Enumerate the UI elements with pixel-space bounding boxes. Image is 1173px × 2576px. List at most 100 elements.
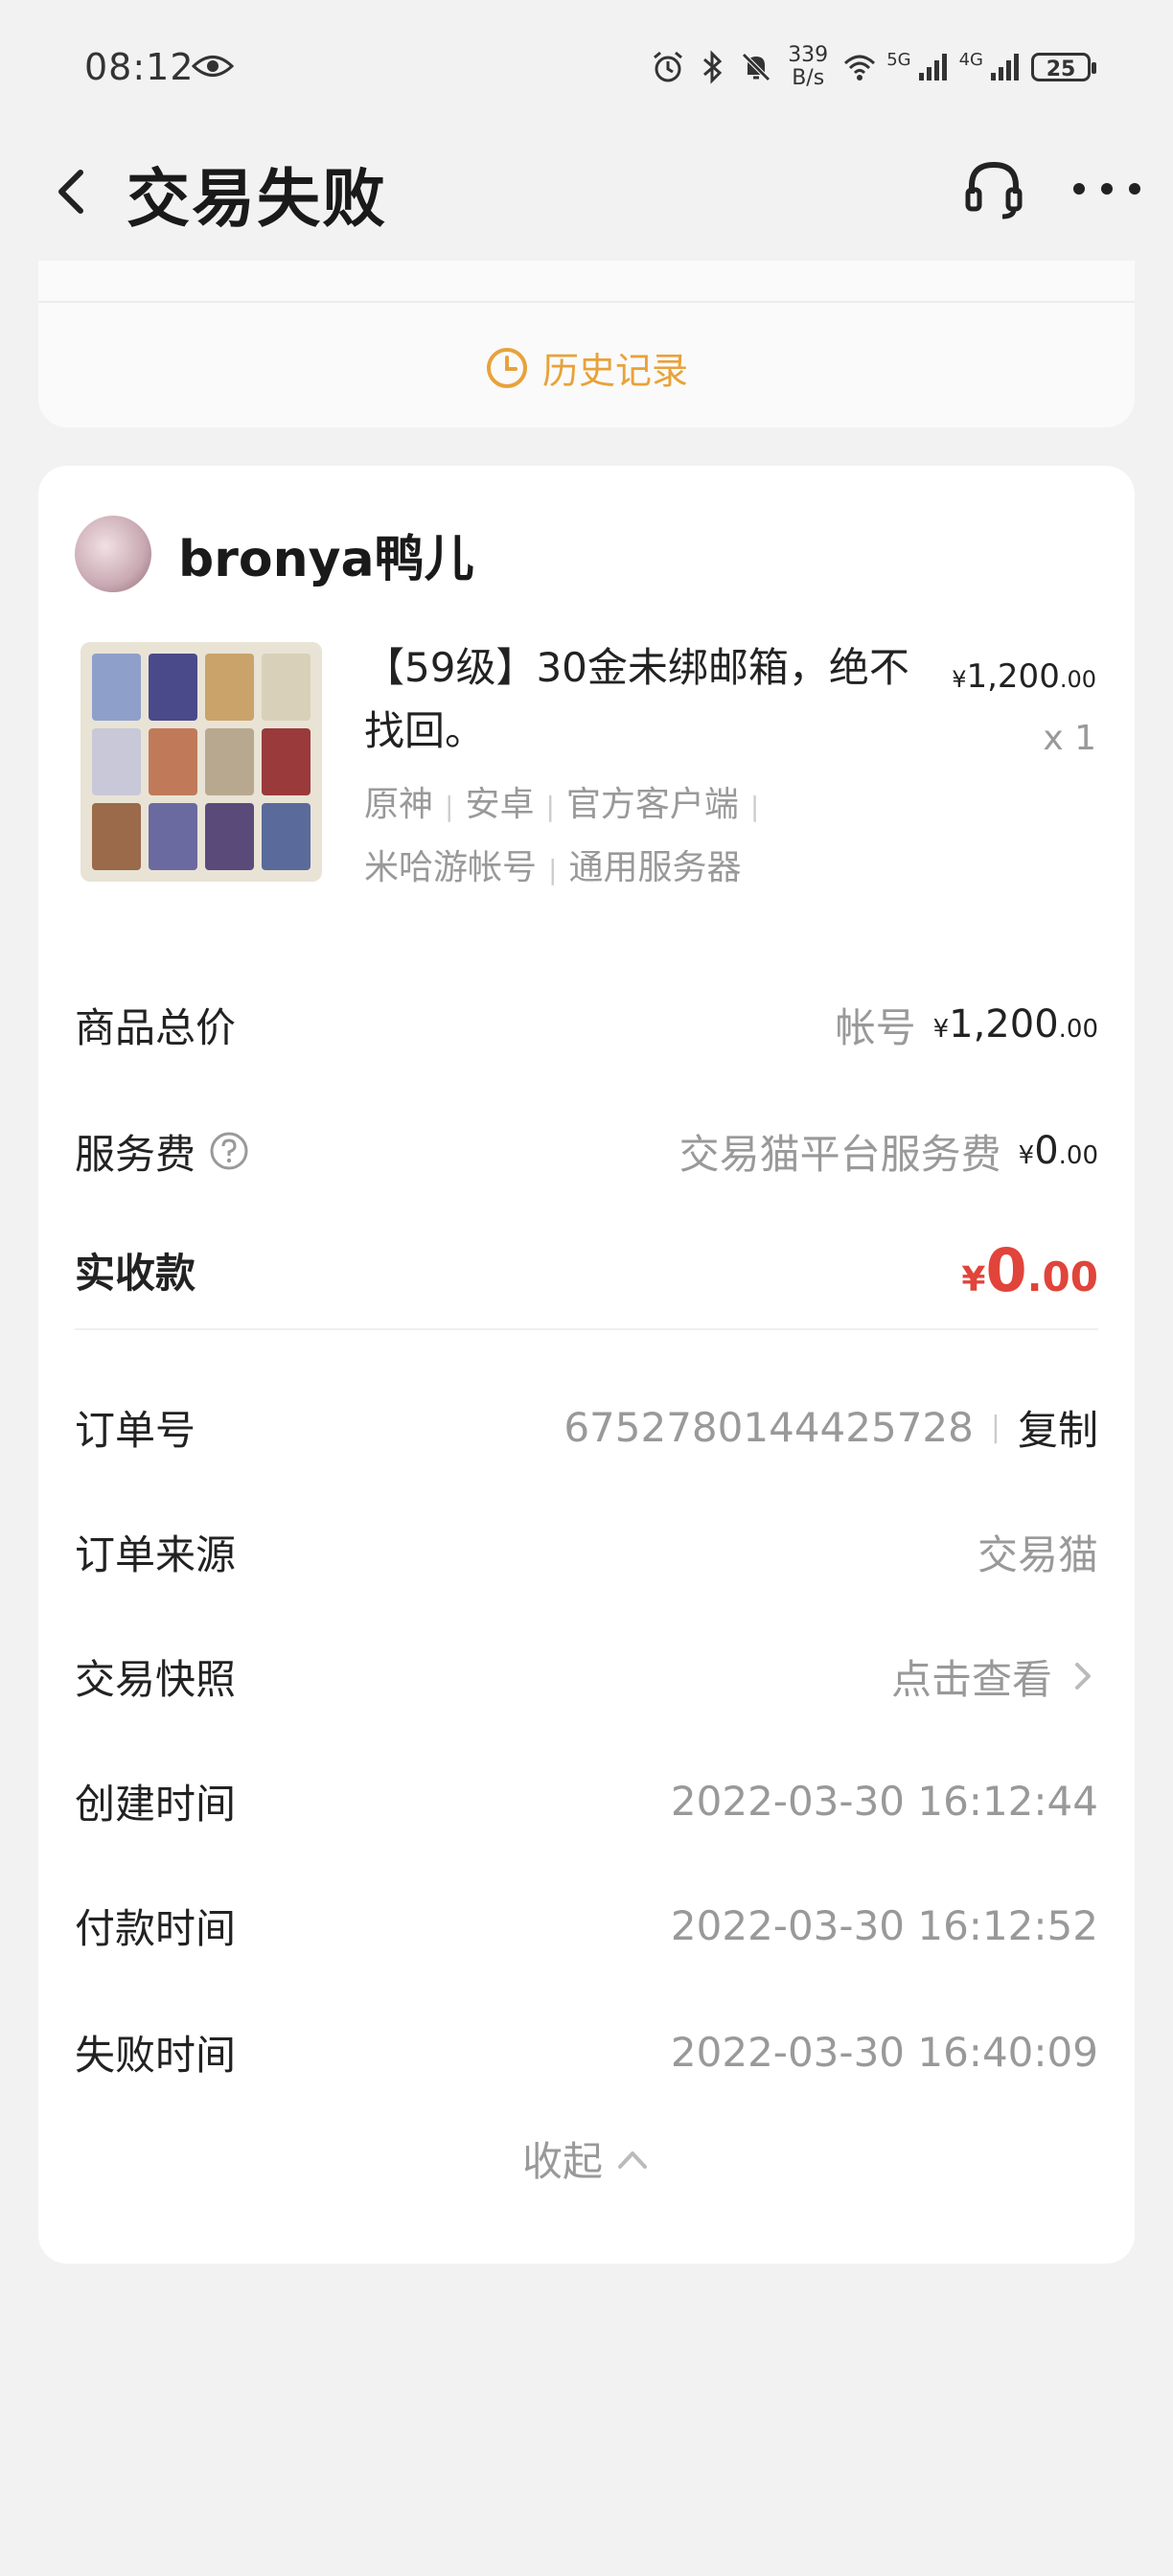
price-decimal: .00 [1059,666,1096,693]
amount-decimal: .00 [1026,1253,1098,1300]
seller-name: bronya鸭儿 [178,530,474,588]
failed-time-value: 2022-03-30 16:40:09 [670,2028,1098,2076]
service-fee-row: 服务费 交易猫平台服务费 ¥0.00 [75,1117,1098,1184]
alarm-icon [654,51,683,82]
copy-button[interactable]: 复制 [1018,1398,1098,1457]
status-bar: 08:12 339 B/s 5G 4G 25 [0,0,1173,134]
history-link[interactable]: 历史记录 [38,341,1135,394]
total-price-row: 商品总价 帐号 ¥1,200.00 [75,991,1098,1058]
tag-separator: | [548,854,558,886]
dot-icon [1101,183,1113,195]
separator: | [990,1410,1000,1444]
service-fee-description: 交易猫平台服务费 [678,1130,1001,1178]
order-id-value-group: 6752780144425728 | 复制 [564,1398,1098,1457]
collapse-label: 收起 [521,2138,603,2185]
status-time: 08:12 [84,46,195,88]
bluetooth-icon [703,50,723,84]
actual-received-label: 实收款 [75,1249,196,1297]
paid-time-row: 付款时间 2022-03-30 16:12:52 [75,1892,1098,1959]
signal-icon [918,54,947,80]
product-quantity: x 1 [1043,719,1096,758]
snapshot-link[interactable]: 点击查看 [891,1647,1052,1706]
network-type-2: 4G [958,50,983,70]
price-integer: 1,200 [966,657,1060,696]
tag-client: 官方客户端 [565,785,739,824]
battery-indicator: 25 [1031,53,1096,81]
dot-icon [1073,183,1085,195]
service-fee-value: 交易猫平台服务费 ¥0.00 [679,1122,1098,1181]
network-type-1: 5G [886,50,911,70]
amount-decimal: .00 [1058,1015,1098,1044]
order-source-value: 交易猫 [977,1530,1098,1578]
snapshot-row[interactable]: 交易快照 点击查看 [75,1643,1098,1710]
snapshot-label: 交易快照 [75,1655,237,1703]
wifi-icon [844,55,876,80]
help-icon[interactable] [209,1131,249,1171]
seller-row[interactable]: bronya鸭儿 [75,516,474,592]
speed-unit: B/s [792,66,825,90]
chevron-up-icon [618,2150,647,2169]
product-thumbnail[interactable] [80,642,322,882]
total-price-amount: ¥1,200.00 [933,1002,1098,1046]
chevron-right-icon [1075,1663,1091,1690]
actual-received-row: 实收款 ¥0.00 [75,1235,1098,1305]
total-price-value: 帐号 ¥1,200.00 [836,996,1098,1054]
service-fee-label-group: 服务费 [75,1122,249,1181]
amount-integer: 1,200 [949,1002,1059,1046]
actual-received-amount: ¥0.00 [961,1235,1098,1305]
back-button[interactable] [42,163,100,220]
app-header: 交易失败 [0,134,1173,247]
status-icons: 339 B/s 5G 4G 25 [651,38,1096,96]
order-card: bronya鸭儿 【59级】30金未绑邮箱，绝不找回。 原神 | 安卓 | 官方客户端 |… [38,466,1135,2264]
paid-time-value: 2022-03-30 16:12:52 [670,1901,1098,1949]
speed-value: 339 [788,43,829,67]
order-source-label: 订单来源 [75,1530,237,1578]
customer-service-headset-icon[interactable] [960,155,1027,222]
failed-time-row: 失败时间 2022-03-30 16:40:09 [75,2018,1098,2085]
currency-symbol: ¥ [1018,1141,1035,1170]
created-time-row: 创建时间 2022-03-30 16:12:44 [75,1767,1098,1834]
product-tags: 原神 | 安卓 | 官方客户端 | 米哈游帐号 | 通用服务器 [364,774,901,901]
order-source-row: 订单来源 交易猫 [75,1518,1098,1585]
tag-separator: | [749,791,760,822]
eye-icon [192,56,234,77]
product-tags-line-1: 原神 | 安卓 | 官方客户端 | [364,774,901,838]
mute-bell-icon [742,53,770,81]
service-fee-label: 服务费 [75,1130,196,1178]
page-title: 交易失败 [126,162,387,236]
tag-platform: 安卓 [465,785,535,824]
order-id-value: 6752780144425728 [564,1403,974,1451]
product-tags-line-2: 米哈游帐号 | 通用服务器 [364,838,901,901]
total-price-label: 商品总价 [75,1003,237,1051]
amount-decimal: .00 [1058,1141,1098,1170]
created-time-label: 创建时间 [75,1780,237,1828]
created-time-value: 2022-03-30 16:12:44 [670,1777,1098,1825]
tag-separator: | [445,791,454,822]
divider [75,1328,1098,1330]
amount-integer: 0 [1034,1129,1059,1173]
divider [38,301,1135,303]
currency-symbol: ¥ [961,1259,986,1300]
order-id-label: 订单号 [75,1406,196,1454]
tag-account: 米哈游帐号 [364,848,538,887]
service-fee-amount: ¥0.00 [1019,1129,1098,1173]
amount-integer: 0 [985,1234,1027,1305]
history-card: 历史记录 [38,261,1135,427]
paid-time-label: 付款时间 [75,1904,237,1952]
tag-server: 通用服务器 [568,848,742,887]
signal-icon-2 [991,54,1019,80]
snapshot-value-group[interactable]: 点击查看 [891,1647,1098,1706]
clock-icon [486,347,527,388]
tag-game: 原神 [364,785,434,824]
more-options-button[interactable] [1073,155,1140,222]
currency-symbol: ¥ [932,1015,950,1044]
failed-time-label: 失败时间 [75,2031,237,2079]
network-speed: 339 B/s [783,44,833,90]
product-title[interactable]: 【59级】30金未绑邮箱，绝不找回。 [364,636,920,763]
item-type: 帐号 [835,1003,916,1051]
history-label: 历史记录 [541,350,688,392]
dot-icon [1129,183,1140,195]
collapse-button[interactable]: 收起 [38,2129,1135,2188]
currency-symbol: ¥ [952,666,967,693]
product-price: ¥1,200.00 [952,657,1096,696]
